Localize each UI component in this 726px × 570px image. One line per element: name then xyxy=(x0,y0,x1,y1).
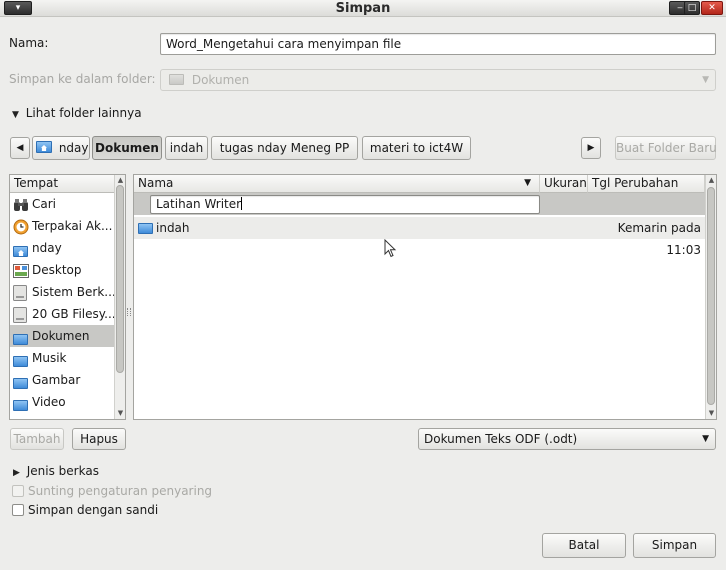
binoculars-icon xyxy=(13,197,29,211)
expanded-arrow-icon: ▼ xyxy=(12,110,19,120)
path-scroll-right-button[interactable]: ▶ xyxy=(581,137,601,159)
scroll-down-icon[interactable]: ▼ xyxy=(116,409,125,417)
place-label: Desktop xyxy=(32,263,82,277)
password-checkbox-row: Simpan dengan sandi xyxy=(12,503,158,517)
window-title: Simpan xyxy=(335,1,391,16)
add-bookmark-button[interactable]: Tambah xyxy=(10,428,64,450)
place-item-music[interactable]: Musik xyxy=(10,347,114,369)
recent-clock-icon xyxy=(13,219,29,235)
home-folder-icon xyxy=(36,141,52,153)
edit-filter-label: Sunting pengaturan penyaring xyxy=(28,484,213,498)
text-cursor xyxy=(241,197,243,210)
places-header: Tempat xyxy=(10,175,114,193)
place-item-search[interactable]: Cari xyxy=(10,193,114,215)
chevron-down-icon: ▼ xyxy=(702,434,709,444)
column-header-modified[interactable]: Tgl Perubahan xyxy=(588,175,705,193)
path-scroll-left-button[interactable]: ◀ xyxy=(10,137,30,159)
folder-icon xyxy=(13,373,29,389)
name-label: Nama: xyxy=(9,36,49,50)
place-label: Cari xyxy=(32,197,56,211)
browse-folders-expander[interactable]: ▼ Lihat folder lainnya xyxy=(12,106,142,120)
file-type-expander[interactable]: ▶ Jenis berkas xyxy=(13,464,99,478)
home-folder-icon xyxy=(13,241,29,257)
place-item-videos[interactable]: Video xyxy=(10,391,114,413)
path-button-home[interactable]: nday xyxy=(32,136,90,160)
file-filter-value: Dokumen Teks ODF (.odt) xyxy=(424,432,578,446)
sort-arrow-icon: ▼ xyxy=(524,178,531,188)
title-bar: Simpan ▾ ‒ □ ✕ xyxy=(0,0,726,17)
save-in-folder-value: Dokumen xyxy=(191,73,250,87)
maximize-button[interactable]: □ xyxy=(684,1,700,15)
save-in-folder-combo: Dokumen ▼ xyxy=(160,69,716,91)
path-button-current[interactable]: Dokumen xyxy=(92,136,162,160)
edit-filter-checkbox-row: Sunting pengaturan penyaring xyxy=(12,484,212,498)
place-item-recent[interactable]: Terpakai Ak... xyxy=(10,215,114,237)
folder-icon xyxy=(13,351,29,367)
place-label: Musik xyxy=(32,351,67,365)
file-modified: Kemarin pada 11:03 xyxy=(617,221,701,257)
place-label: 20 GB Filesy... xyxy=(32,307,114,321)
place-item-documents[interactable]: Dokumen xyxy=(10,325,114,347)
chevron-down-icon: ▼ xyxy=(702,75,709,85)
scroll-up-icon[interactable]: ▲ xyxy=(707,176,716,184)
place-item-home[interactable]: nday xyxy=(10,237,114,259)
close-button[interactable]: ✕ xyxy=(701,1,723,15)
place-label: Video xyxy=(32,395,66,409)
save-button[interactable]: Simpan xyxy=(633,533,716,558)
file-list: Nama ▼ Ukuran Tgl Perubahan Latihan Writ… xyxy=(133,174,717,420)
password-checkbox[interactable] xyxy=(12,504,24,516)
path-button[interactable]: indah xyxy=(165,136,208,160)
table-row[interactable]: indah Kemarin pada 11:03 xyxy=(134,217,705,257)
place-item-volume[interactable]: 20 GB Filesy... xyxy=(10,303,114,325)
scrollbar-thumb[interactable] xyxy=(116,185,124,373)
mouse-pointer-icon xyxy=(384,238,398,262)
column-header-size[interactable]: Ukuran xyxy=(540,175,588,193)
column-label: Nama xyxy=(138,176,174,190)
folder-icon xyxy=(13,329,29,345)
collapsed-arrow-icon: ▶ xyxy=(13,468,20,478)
folder-icon xyxy=(13,395,29,411)
edit-filter-checkbox[interactable] xyxy=(12,485,24,497)
filename-input[interactable]: Word_Mengetahui cara menyimpan file xyxy=(160,33,716,55)
place-item-desktop[interactable]: Desktop xyxy=(10,259,114,281)
place-label: nday xyxy=(32,241,62,255)
folder-icon xyxy=(169,74,184,85)
desktop-icon xyxy=(13,263,29,278)
path-button[interactable]: materi to ict4W xyxy=(362,136,471,160)
cancel-button[interactable]: Batal xyxy=(542,533,626,558)
file-filter-combo[interactable]: Dokumen Teks ODF (.odt) ▼ xyxy=(418,428,716,450)
places-scrollbar[interactable]: ▲ ▼ xyxy=(114,175,125,419)
column-header-name[interactable]: Nama ▼ xyxy=(134,175,540,193)
place-item-pictures[interactable]: Gambar xyxy=(10,369,114,391)
pane-splitter-handle[interactable] xyxy=(127,308,131,316)
scroll-down-icon[interactable]: ▼ xyxy=(707,409,716,417)
place-label: Gambar xyxy=(32,373,81,387)
file-list-scrollbar[interactable]: ▲ ▼ xyxy=(705,175,716,419)
file-type-label: Jenis berkas xyxy=(26,464,99,478)
places-sidebar: Tempat Cari Terpakai Ak... nday Desktop … xyxy=(9,174,126,420)
scroll-up-icon[interactable]: ▲ xyxy=(116,176,125,184)
password-label: Simpan dengan sandi xyxy=(28,503,159,517)
drive-icon xyxy=(13,285,29,301)
create-folder-button[interactable]: Buat Folder Baru xyxy=(615,136,717,160)
place-label: Dokumen xyxy=(32,329,90,343)
browse-folders-label: Lihat folder lainnya xyxy=(25,106,142,120)
folder-icon xyxy=(138,222,153,236)
scrollbar-thumb[interactable] xyxy=(707,187,715,405)
file-name: indah xyxy=(156,221,190,235)
place-item-filesystem[interactable]: Sistem Berk... xyxy=(10,281,114,303)
remove-bookmark-button[interactable]: Hapus xyxy=(72,428,126,450)
path-button-label: nday xyxy=(58,141,89,155)
new-folder-name-input[interactable]: Latihan Writer xyxy=(150,195,540,214)
place-label: Terpakai Ak... xyxy=(32,219,113,233)
new-folder-name-text: Latihan Writer xyxy=(156,197,242,211)
path-button[interactable]: tugas nday Meneg PP xyxy=(211,136,358,160)
drive-icon xyxy=(13,307,29,323)
place-label: Sistem Berk... xyxy=(32,285,114,299)
save-in-folder-label: Simpan ke dalam folder: xyxy=(9,72,156,86)
window-menu-button[interactable]: ▾ xyxy=(4,1,32,15)
